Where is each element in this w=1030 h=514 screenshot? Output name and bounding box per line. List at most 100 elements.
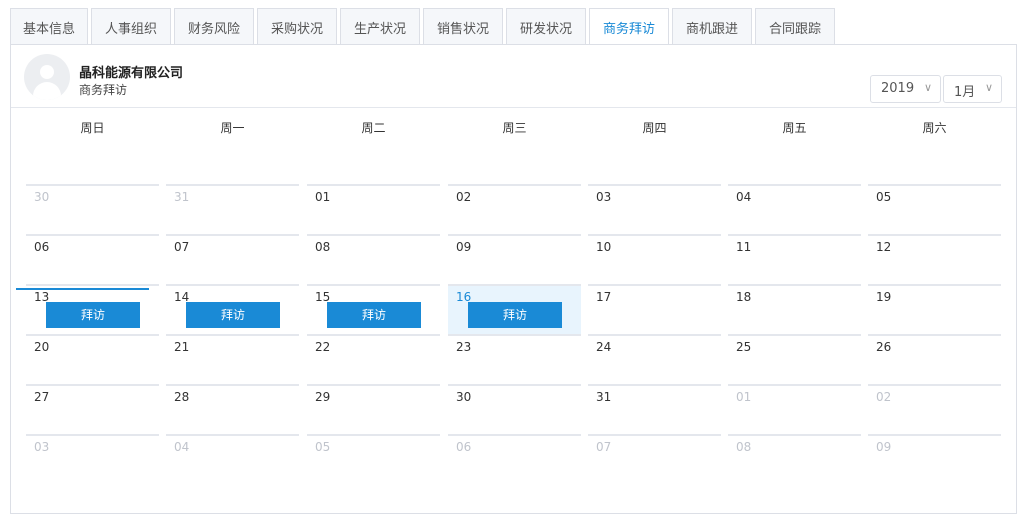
calendar-day-cell[interactable]: 04 — [166, 434, 299, 484]
calendar-day-cell[interactable]: 06 — [26, 234, 159, 284]
day-number: 27 — [34, 390, 50, 404]
visit-event-tag[interactable]: 拜访 — [327, 302, 421, 328]
tab-business-visit[interactable]: 商务拜访 — [589, 8, 669, 46]
day-number: 02 — [456, 190, 472, 204]
calendar-day-cell[interactable]: 22 — [307, 334, 440, 384]
tab-rnd[interactable]: 研发状况 — [506, 8, 586, 45]
day-number: 28 — [174, 390, 190, 404]
calendar-day-cell[interactable]: 15 拜访 — [307, 284, 440, 334]
calendar-day-cell[interactable]: 01 — [307, 184, 440, 234]
calendar-day-cell[interactable]: 31 — [588, 384, 721, 434]
day-number: 06 — [456, 440, 472, 454]
visit-event-tag[interactable]: 拜访 — [468, 302, 562, 328]
day-number: 06 — [34, 240, 50, 254]
tab-opportunity[interactable]: 商机跟进 — [672, 8, 752, 45]
calendar-day-cell[interactable]: 10 — [588, 234, 721, 284]
weekday-saturday: 周六 — [922, 121, 947, 135]
day-number: 11 — [736, 240, 752, 254]
year-select[interactable]: 2019 ∨ — [870, 75, 941, 103]
calendar-day-cell[interactable]: 28 — [166, 384, 299, 434]
calendar-day-cell[interactable]: 13 拜访 — [26, 284, 159, 334]
weekday-friday: 周五 — [782, 121, 807, 135]
calendar-day-cell[interactable]: 11 — [728, 234, 861, 284]
calendar-day-cell[interactable]: 07 — [588, 434, 721, 484]
calendar-day-cell[interactable]: 19 — [868, 284, 1001, 334]
day-number: 12 — [876, 240, 892, 254]
company-name: 晶科能源有限公司 — [79, 66, 184, 81]
tab-finance-risk[interactable]: 财务风险 — [174, 8, 254, 45]
calendar-day-cell[interactable]: 27 — [26, 384, 159, 434]
day-number: 10 — [596, 240, 612, 254]
month-select[interactable]: 1月 ∨ — [943, 75, 1002, 103]
day-number: 09 — [876, 440, 892, 454]
day-number: 23 — [456, 340, 472, 354]
day-number: 08 — [736, 440, 752, 454]
visit-event-tag[interactable]: 拜访 — [46, 302, 140, 328]
calendar-day-cell[interactable]: 31 — [166, 184, 299, 234]
calendar-day-cell[interactable]: 09 — [448, 234, 581, 284]
calendar-day-cell[interactable]: 03 — [588, 184, 721, 234]
calendar-day-cell[interactable]: 21 — [166, 334, 299, 384]
calendar-day-cell[interactable]: 30 — [448, 384, 581, 434]
calendar-day-cell[interactable]: 12 — [868, 234, 1001, 284]
day-number: 25 — [736, 340, 752, 354]
day-number: 08 — [315, 240, 331, 254]
calendar-day-cell[interactable]: 07 — [166, 234, 299, 284]
weekday-wednesday: 周三 — [502, 121, 527, 135]
calendar-day-cell[interactable]: 02 — [868, 384, 1001, 434]
day-number: 17 — [596, 290, 612, 304]
day-number: 05 — [876, 190, 892, 204]
calendar-day-cell[interactable]: 24 — [588, 334, 721, 384]
tab-sales[interactable]: 销售状况 — [423, 8, 503, 45]
calendar-day-cell[interactable]: 06 — [448, 434, 581, 484]
avatar — [24, 54, 70, 100]
calendar-day-cell[interactable]: 04 — [728, 184, 861, 234]
day-number: 31 — [174, 190, 190, 204]
tab-hr-org[interactable]: 人事组织 — [91, 8, 171, 45]
calendar-day-cell[interactable]: 01 — [728, 384, 861, 434]
calendar-day-cell[interactable]: 03 — [26, 434, 159, 484]
calendar-day-cell[interactable]: 18 — [728, 284, 861, 334]
day-number: 01 — [315, 190, 331, 204]
day-number: 03 — [596, 190, 612, 204]
tab-contract[interactable]: 合同跟踪 — [755, 8, 835, 45]
calendar-day-cell[interactable]: 29 — [307, 384, 440, 434]
month-select-value: 1月 — [954, 85, 976, 100]
calendar-day-cell[interactable]: 09 — [868, 434, 1001, 484]
calendar-day-cell[interactable]: 08 — [307, 234, 440, 284]
calendar-day-cell[interactable]: 20 — [26, 334, 159, 384]
visit-event-tag[interactable]: 拜访 — [186, 302, 280, 328]
weekday-thursday: 周四 — [642, 121, 667, 135]
year-select-value: 2019 — [881, 81, 915, 96]
calendar-day-cell[interactable]: 05 — [868, 184, 1001, 234]
tab-production[interactable]: 生产状况 — [340, 8, 420, 45]
day-number: 22 — [315, 340, 331, 354]
calendar-day-cell[interactable]: 25 — [728, 334, 861, 384]
calendar-day-cell[interactable]: 05 — [307, 434, 440, 484]
day-number: 01 — [736, 390, 752, 404]
day-number: 26 — [876, 340, 892, 354]
calendar-day-cell[interactable]: 17 — [588, 284, 721, 334]
day-number: 09 — [456, 240, 472, 254]
calendar-day-cell[interactable]: 26 — [868, 334, 1001, 384]
day-number: 30 — [34, 190, 50, 204]
day-number: 29 — [315, 390, 331, 404]
day-number: 31 — [596, 390, 612, 404]
tab-basic-info[interactable]: 基本信息 — [10, 8, 88, 45]
calendar-day-cell[interactable]: 02 — [448, 184, 581, 234]
calendar-day-cell[interactable]: 23 — [448, 334, 581, 384]
avatar-body-icon — [33, 82, 61, 100]
calendar-day-cell[interactable]: 08 — [728, 434, 861, 484]
day-number: 19 — [876, 290, 892, 304]
chevron-down-icon: ∨ — [984, 81, 993, 94]
weekday-monday: 周一 — [220, 121, 245, 135]
day-number: 30 — [456, 390, 472, 404]
tab-purchasing[interactable]: 采购状况 — [257, 8, 337, 45]
day-number: 21 — [174, 340, 190, 354]
day-number: 02 — [876, 390, 892, 404]
company-header: 晶科能源有限公司 商务拜访 — [11, 45, 1016, 108]
calendar-day-cell[interactable]: 14 拜访 — [166, 284, 299, 334]
calendar-day-cell[interactable]: 16 拜访 — [448, 284, 581, 334]
weekday-tuesday: 周二 — [361, 121, 386, 135]
calendar-day-cell[interactable]: 30 — [26, 184, 159, 234]
